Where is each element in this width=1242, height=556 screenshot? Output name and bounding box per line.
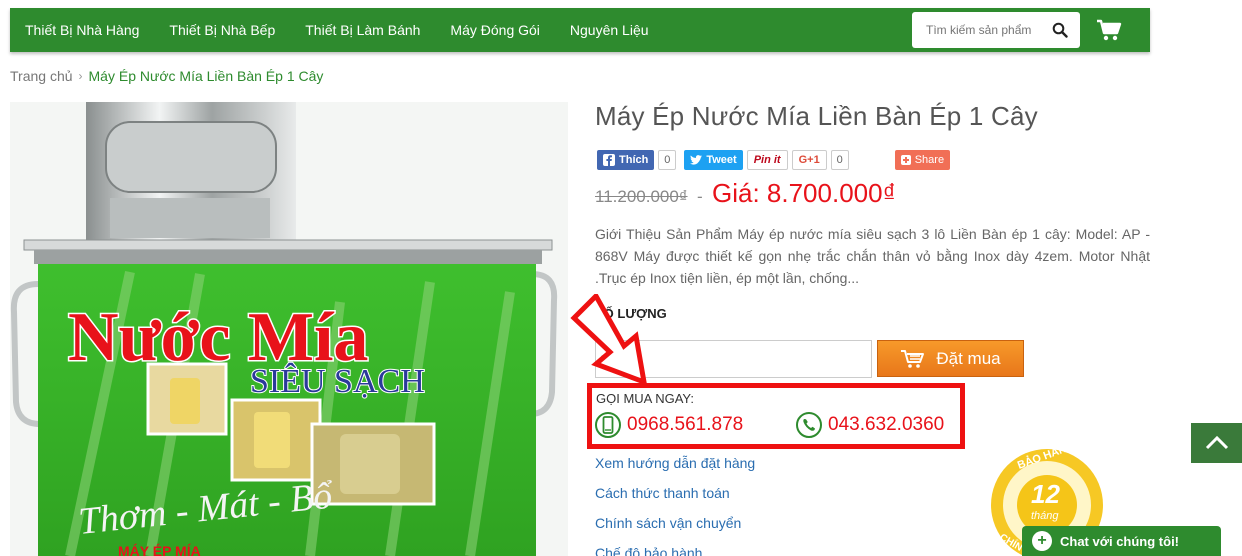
product-description: Giới Thiệu Sản Phẩm Máy ép nước mía siêu… <box>595 226 1150 286</box>
buy-button-label: Đặt mua <box>936 348 1001 368</box>
product-illustration: Nước Mía SIÊU SẠCH Thơm - Mát - Bổ MÁY É… <box>10 102 558 556</box>
facebook-like-count: 0 <box>658 150 677 170</box>
cart-icon <box>901 349 925 368</box>
phone-hotline-2[interactable]: 043.632.0360 <box>796 412 944 438</box>
pin-it-button[interactable]: Pin it <box>746 150 788 170</box>
chat-widget[interactable]: + Chat với chúng tôi! <box>1022 526 1221 556</box>
gplus-count: 0 <box>830 150 849 170</box>
search-box <box>912 12 1080 48</box>
mobile-phone-icon <box>595 412 621 438</box>
tweet-button[interactable]: Tweet <box>684 150 743 170</box>
facebook-icon <box>603 154 615 166</box>
plus-icon: + <box>1032 531 1052 551</box>
warranty-unit: tháng <box>1031 510 1059 522</box>
search-icon[interactable] <box>1052 22 1068 38</box>
chat-label: Chat với chúng tôi! <box>1060 533 1180 549</box>
breadcrumb-home[interactable]: Trang chủ <box>10 68 73 84</box>
nav-item-ingredients[interactable]: Nguyên Liệu <box>555 8 664 52</box>
old-price: 11.200.000₫ <box>595 187 688 206</box>
facebook-like-label: Thích <box>619 154 649 166</box>
nav-item-packaging[interactable]: Máy Đóng Gói <box>435 8 554 52</box>
social-buttons: Thích 0 Tweet Pin it G+1 0 Share <box>597 150 951 170</box>
product-image[interactable]: Nước Mía SIÊU SẠCH Thơm - Mát - Bổ MÁY É… <box>10 102 568 556</box>
facebook-like-button[interactable]: Thích <box>597 150 655 170</box>
plus-icon <box>900 155 911 165</box>
nav-item-kitchen[interactable]: Thiết Bị Nhà Bếp <box>154 8 290 52</box>
nav-item-bakery[interactable]: Thiết Bị Làm Bánh <box>290 8 435 52</box>
link-order-guide[interactable]: Xem hướng dẫn đặt hàng <box>595 455 755 471</box>
breadcrumb: Trang chủ › Máy Ép Nước Mía Liền Bàn Ép … <box>10 68 323 84</box>
image-bottom-text: MÁY ÉP MÍA <box>118 543 201 556</box>
top-navbar: Thiết Bị Nhà Hàng Thiết Bị Nhà Bếp Thiết… <box>10 8 1150 52</box>
image-sub-text: SIÊU SẠCH <box>250 363 425 400</box>
pointing-arrow-icon <box>570 294 648 386</box>
warranty-number: 12 <box>1031 479 1060 509</box>
price-separator: - <box>697 187 703 206</box>
phone-number-1: 0968.561.878 <box>627 414 744 435</box>
phone-icon <box>796 412 822 438</box>
current-price: Giá: 8.700.000₫ <box>712 178 896 208</box>
phone-hotline-1[interactable]: 0968.561.878 <box>595 412 743 438</box>
share-button[interactable]: Share <box>894 150 951 170</box>
chevron-up-icon <box>1205 436 1228 450</box>
buy-button[interactable]: Đặt mua <box>877 340 1024 377</box>
nav-item-restaurant[interactable]: Thiết Bị Nhà Hàng <box>10 8 154 52</box>
tweet-label: Tweet <box>706 154 737 166</box>
product-title: Máy Ép Nước Mía Liền Bàn Ép 1 Cây <box>595 101 1038 131</box>
link-warranty-policy[interactable]: Chế độ bảo hành <box>595 545 702 556</box>
breadcrumb-separator: › <box>78 69 83 83</box>
gplus-button[interactable]: G+1 <box>791 150 827 170</box>
breadcrumb-current[interactable]: Máy Ép Nước Mía Liền Bàn Ép 1 Cây <box>89 68 324 84</box>
phone-number-2: 043.632.0360 <box>828 414 945 435</box>
link-payment-methods[interactable]: Cách thức thanh toán <box>595 485 730 501</box>
search-input[interactable] <box>912 23 1042 37</box>
scroll-to-top-button[interactable] <box>1191 423 1242 463</box>
share-label: Share <box>914 154 945 166</box>
twitter-icon <box>690 155 703 165</box>
product-page: Thiết Bị Nhà Hàng Thiết Bị Nhà Bếp Thiết… <box>0 0 1242 556</box>
link-shipping-policy[interactable]: Chính sách vận chuyển <box>595 515 741 531</box>
cart-icon[interactable] <box>1096 18 1122 42</box>
